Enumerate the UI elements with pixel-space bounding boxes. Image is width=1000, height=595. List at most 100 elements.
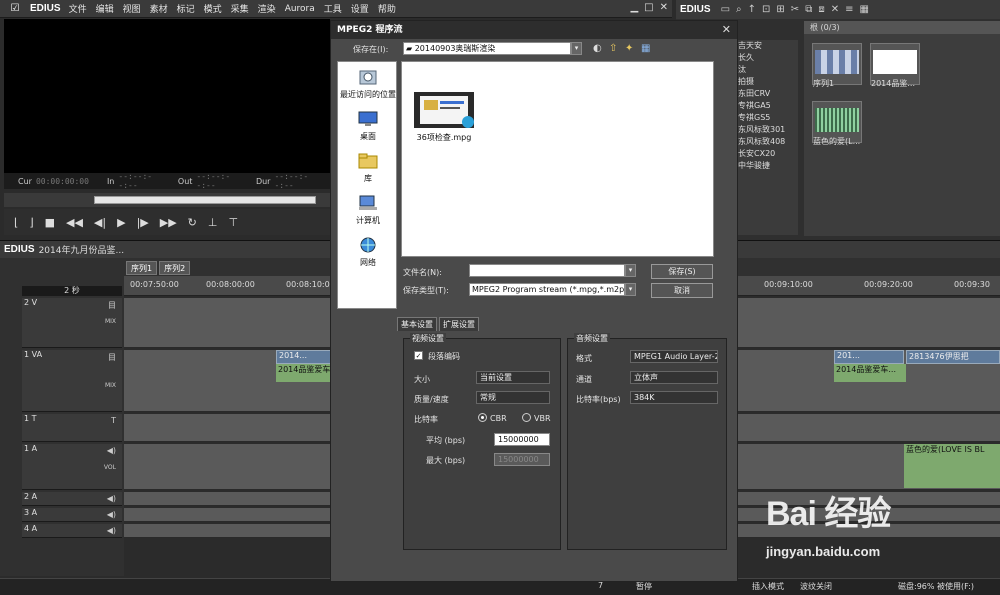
average-bitrate-input[interactable]: 15000000 <box>494 433 550 446</box>
layout-icon[interactable]: ▦ <box>859 4 868 15</box>
track-2a[interactable]: 2 A ◀) <box>22 492 122 506</box>
close-icon[interactable]: ✕ <box>660 2 668 13</box>
menu-file[interactable]: 文件 <box>69 2 87 15</box>
fast-forward-icon[interactable]: ▶▶ <box>160 216 177 229</box>
rewind-icon[interactable]: ◀◀ <box>66 216 83 229</box>
track-1a[interactable]: 1 A ◀) VOL <box>22 444 122 490</box>
menu-edit[interactable]: 编辑 <box>96 2 114 15</box>
menu-settings[interactable]: 设置 <box>351 2 369 15</box>
menu-help[interactable]: 帮助 <box>378 2 396 15</box>
clip-thumbnail-sequence[interactable]: 序列1 <box>812 43 862 88</box>
place-library[interactable]: 库 <box>338 152 398 184</box>
maximize-icon[interactable]: □ <box>644 2 653 13</box>
menu-render[interactable]: 渲染 <box>258 2 276 15</box>
tab-basic-settings[interactable]: 基本设置 <box>397 317 437 331</box>
title-track-icon[interactable]: T <box>111 416 116 425</box>
timeline-clip[interactable]: 2014品鉴爱车... <box>276 364 331 382</box>
set-out-icon[interactable]: ⌋ <box>29 216 33 229</box>
save-in-dropdown[interactable]: ▰ 20140903奥瑞斯渲染 <box>403 42 571 55</box>
segment-encoding-checkbox[interactable]: ✓ <box>414 351 423 360</box>
chevron-down-icon[interactable]: ▾ <box>571 42 582 55</box>
track-1va[interactable]: 1 VA 目 MIX <box>22 350 122 412</box>
menu-view[interactable]: 视图 <box>123 2 141 15</box>
delete-icon[interactable]: ✕ <box>831 4 839 15</box>
new-folder-icon[interactable]: ✦ <box>625 43 633 54</box>
folder-icon[interactable]: ▭ <box>721 4 730 15</box>
timeline-clip[interactable]: 蓝色的爱(LOVE IS BL <box>904 444 1000 488</box>
minimize-icon[interactable]: ▁ <box>630 2 638 13</box>
channel-dropdown[interactable]: 立体声 <box>630 371 718 384</box>
place-computer[interactable]: 计算机 <box>338 194 398 226</box>
video-icon[interactable]: 目 <box>108 300 116 311</box>
bin-folder[interactable]: 专祺GA5 <box>736 100 798 112</box>
loop-icon[interactable]: ↻ <box>188 216 197 229</box>
tab-extended-settings[interactable]: 扩展设置 <box>439 317 479 331</box>
status-insert-mode[interactable]: 插入模式 <box>752 581 784 592</box>
speaker-icon[interactable]: ◀) <box>107 510 116 519</box>
bin-folder[interactable]: 长久 <box>736 52 798 64</box>
speaker-icon[interactable]: ◀) <box>107 526 116 535</box>
timeline-scale[interactable]: 2 秒 <box>22 286 122 296</box>
tab-sequence-2[interactable]: 序列2 <box>159 261 191 275</box>
bin-folder[interactable]: 拍摄 <box>736 76 798 88</box>
bin-folder[interactable]: 吉天安 <box>736 40 798 52</box>
search-icon[interactable]: ⌕ <box>736 4 742 15</box>
cbr-radio[interactable] <box>478 413 487 422</box>
place-desktop[interactable]: 桌面 <box>338 110 398 142</box>
bin-folder[interactable]: 汰 <box>736 64 798 76</box>
cancel-button[interactable]: 取消 <box>651 283 713 298</box>
bin-folder[interactable]: 长安CX20 <box>736 148 798 160</box>
view-menu-icon[interactable]: ▦ <box>641 43 650 54</box>
clip-thumbnail-audio[interactable]: 蓝色的爱(L... <box>812 101 862 146</box>
video-icon[interactable]: 目 <box>108 352 116 363</box>
track-1t[interactable]: 1 T T <box>22 414 122 442</box>
speaker-icon[interactable]: ◀) <box>107 494 116 503</box>
menu-marker[interactable]: 标记 <box>177 2 195 15</box>
menu-mode[interactable]: 模式 <box>204 2 222 15</box>
filetype-dropdown[interactable]: MPEG2 Program stream (*.mpg,*.m2p) <box>469 283 625 296</box>
vbr-radio[interactable] <box>522 413 531 422</box>
up-folder-icon[interactable]: ↑ <box>748 4 756 15</box>
timeline-clip[interactable]: 2014... <box>276 350 331 364</box>
properties-icon[interactable]: ≡ <box>845 4 853 15</box>
audio-bitrate-dropdown[interactable]: 384K <box>630 391 718 404</box>
timeline-clip[interactable]: 201... <box>834 350 904 364</box>
save-button[interactable]: 保存(S) <box>651 264 713 279</box>
mix-label[interactable]: MIX <box>105 382 116 389</box>
place-recent[interactable]: 最近访问的位置 <box>338 68 398 100</box>
filename-input[interactable] <box>469 264 625 277</box>
track-3a[interactable]: 3 A ◀) <box>22 508 122 522</box>
step-back-icon[interactable]: ◀| <box>94 216 106 229</box>
overwrite-icon[interactable]: ⊤ <box>228 216 238 229</box>
play-icon[interactable]: ▶ <box>117 216 125 229</box>
tab-sequence-1[interactable]: 序列1 <box>126 261 158 275</box>
track-2v[interactable]: 2 V 目 MIX <box>22 298 122 348</box>
step-forward-icon[interactable]: |▶ <box>137 216 149 229</box>
vol-label[interactable]: VOL <box>104 464 116 471</box>
quality-dropdown[interactable]: 常规 <box>476 391 550 404</box>
status-ripple[interactable]: 波纹关闭 <box>800 581 832 592</box>
track-4a[interactable]: 4 A ◀) <box>22 524 122 538</box>
audio-format-dropdown[interactable]: MPEG1 Audio Layer-2 <box>630 350 718 363</box>
paste-icon[interactable]: ⧈ <box>818 4 824 15</box>
menu-clip[interactable]: 素材 <box>150 2 168 15</box>
clip-thumbnail-white[interactable]: 2014品鉴... <box>870 43 920 88</box>
file-item[interactable]: 36项检查.mpg <box>408 90 480 143</box>
player-scrubber[interactable] <box>4 193 330 207</box>
bin-folder[interactable]: 东田CRV <box>736 88 798 100</box>
bin-folder[interactable]: 中华骏捷 <box>736 160 798 172</box>
bin-folder[interactable]: 东风标致408 <box>736 136 798 148</box>
cut-icon[interactable]: ✂ <box>791 4 799 15</box>
back-icon[interactable]: ◐ <box>593 43 602 54</box>
bin-folder[interactable]: 专祺GS5 <box>736 112 798 124</box>
stop-icon[interactable]: ■ <box>45 216 55 229</box>
copy-icon[interactable]: ⧉ <box>805 4 812 15</box>
place-network[interactable]: 网络 <box>338 236 398 268</box>
menu-tools[interactable]: 工具 <box>324 2 342 15</box>
mix-label[interactable]: MIX <box>105 318 116 325</box>
open-icon[interactable]: ⊡ <box>762 4 770 15</box>
size-dropdown[interactable]: 当前设置 <box>476 371 550 384</box>
menu-capture[interactable]: 采集 <box>231 2 249 15</box>
speaker-icon[interactable]: ◀) <box>107 446 116 455</box>
set-in-icon[interactable]: ⌊ <box>14 216 18 229</box>
